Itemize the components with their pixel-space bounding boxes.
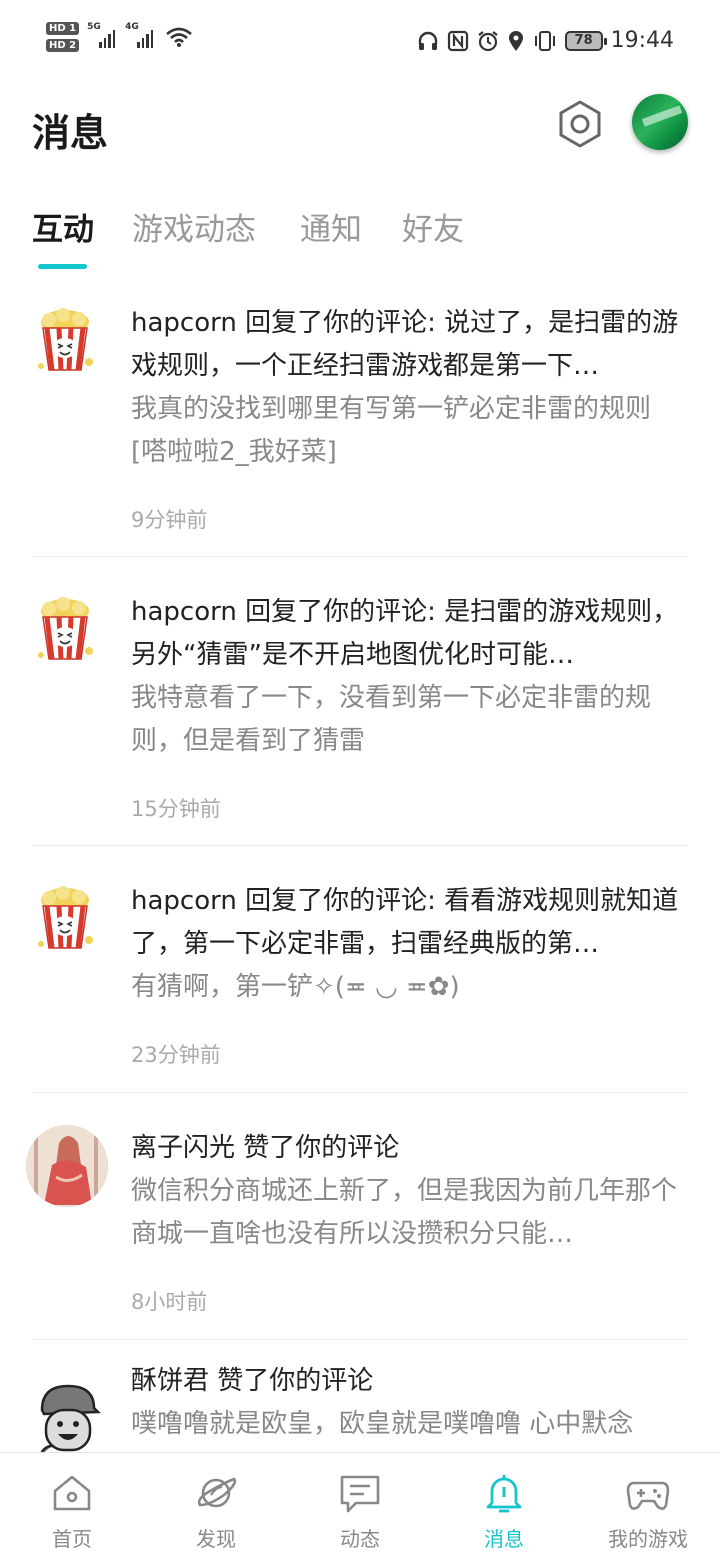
divider [32,1339,688,1340]
message-tabs: 互动 游戏动态 通知 好友 [0,196,720,276]
divider [32,845,688,846]
settings-button[interactable] [554,98,606,150]
vibrate-icon [534,30,555,51]
message-title: hapcorn 回复了你的评论: 说过了，是扫雷的游戏规则，一个正经扫雷游戏都是… [131,308,679,381]
tab-friends[interactable]: 好友 [402,204,464,249]
message-content: 微信积分商城还上新了，但是我因为前几年那个商城一直啥也没有所以没攒积分只能… [131,1176,678,1249]
signal-icon: 5G [87,22,116,48]
list-item[interactable]: hapcorn 回复了你的评论: 看看游戏规则就知道了，第一下必定非雷，扫雷经典… [0,866,720,1093]
message-content: 我真的没找到哪里有写第一铲必定非雷的规则[嗒啦啦2_我好菜] [131,394,652,467]
clock: 19:44 [610,28,674,53]
nav-label: 我的游戏 [608,1527,688,1551]
page-title: 消息 [32,111,109,155]
nav-label: 首页 [52,1527,92,1551]
my-avatar[interactable] [632,94,688,150]
header: 消息 [0,84,720,174]
popcorn-avatar [38,597,93,660]
chat-icon [340,1475,380,1513]
status-bar: HD 1 HD 2 5G 4G 78 19:44 [0,0,720,84]
settings-icon [559,100,601,148]
list-item[interactable]: hapcorn 回复了你的评论: 是扫雷的游戏规则，另外“猜雷”是不开启地图优化… [0,577,720,846]
gamepad-icon [626,1481,670,1510]
message-content: 有猜啊，第一铲✧(≖ ◡ ≖✿) [131,972,460,1002]
message-title: hapcorn 回复了你的评论: 是扫雷的游戏规则，另外“猜雷”是不开启地图优化… [131,597,679,670]
location-icon [508,30,523,51]
message-title: 离子闪光 赞了你的评论 [131,1133,400,1163]
hd1-badge: HD 1 [46,22,80,35]
message-title: 酥饼君 赞了你的评论 [131,1366,374,1396]
nav-discover[interactable]: 发现 [144,1453,288,1560]
message-content: 我特意看了一下，没看到第一下必定非雷的规则，但是看到了猜雷 [131,683,652,756]
tab-notifications[interactable]: 通知 [300,204,362,249]
message-time: 8小时前 [131,1290,208,1314]
cartoon-cap-avatar [40,1384,101,1452]
popcorn-avatar [38,886,93,949]
nav-home[interactable]: 首页 [0,1453,144,1560]
wifi-icon [166,27,192,47]
message-title: hapcorn 回复了你的评论: 看看游戏规则就知道了，第一下必定非雷，扫雷经典… [131,886,679,959]
anime-girl-avatar [26,1125,108,1207]
headphones-icon [418,31,437,50]
active-tab-indicator [38,264,87,269]
bell-icon [486,1475,522,1513]
tab-interaction[interactable]: 互动 [32,204,94,249]
divider [32,556,688,557]
bottom-navigation: 首页 发现 动态 消息 我的游戏 [0,1452,720,1560]
divider [32,1092,688,1093]
status-left: HD 1 HD 2 5G 4G [46,22,193,52]
signal-icon-2: 4G [125,22,154,48]
popcorn-avatar [38,308,93,371]
message-time: 9分钟前 [131,508,208,532]
planet-icon [197,1477,237,1508]
message-list: hapcorn 回复了你的评论: 说过了，是扫雷的游戏规则，一个正经扫雷游戏都是… [0,288,720,1452]
nfc-icon [447,30,468,51]
message-time: 15分钟前 [131,797,221,821]
nav-label: 发现 [196,1527,236,1551]
nav-messages[interactable]: 消息 [432,1453,576,1560]
alarm-icon [477,30,498,51]
nav-label: 消息 [484,1527,524,1551]
battery-indicator: 78 [564,30,607,51]
hd2-badge: HD 2 [46,39,80,52]
message-content: 噗噜噜就是欧皇，欧皇就是噗噜噜 心中默念 [131,1409,634,1439]
message-time: 23分钟前 [131,1043,221,1067]
list-item[interactable]: hapcorn 回复了你的评论: 说过了，是扫雷的游戏规则，一个正经扫雷游戏都是… [0,288,720,557]
nav-my-games[interactable]: 我的游戏 [576,1453,720,1560]
status-right: 78 19:44 [417,28,674,53]
nav-feed[interactable]: 动态 [288,1453,432,1560]
tab-game-news[interactable]: 游戏动态 [132,204,256,249]
nav-label: 动态 [340,1527,380,1551]
list-item[interactable]: 离子闪光 赞了你的评论 微信积分商城还上新了，但是我因为前几年那个商城一直啥也没… [0,1113,720,1340]
list-item[interactable]: 酥饼君 赞了你的评论 噗噜噜就是欧皇，欧皇就是噗噜噜 心中默念 [0,1360,720,1452]
home-icon [53,1475,91,1511]
